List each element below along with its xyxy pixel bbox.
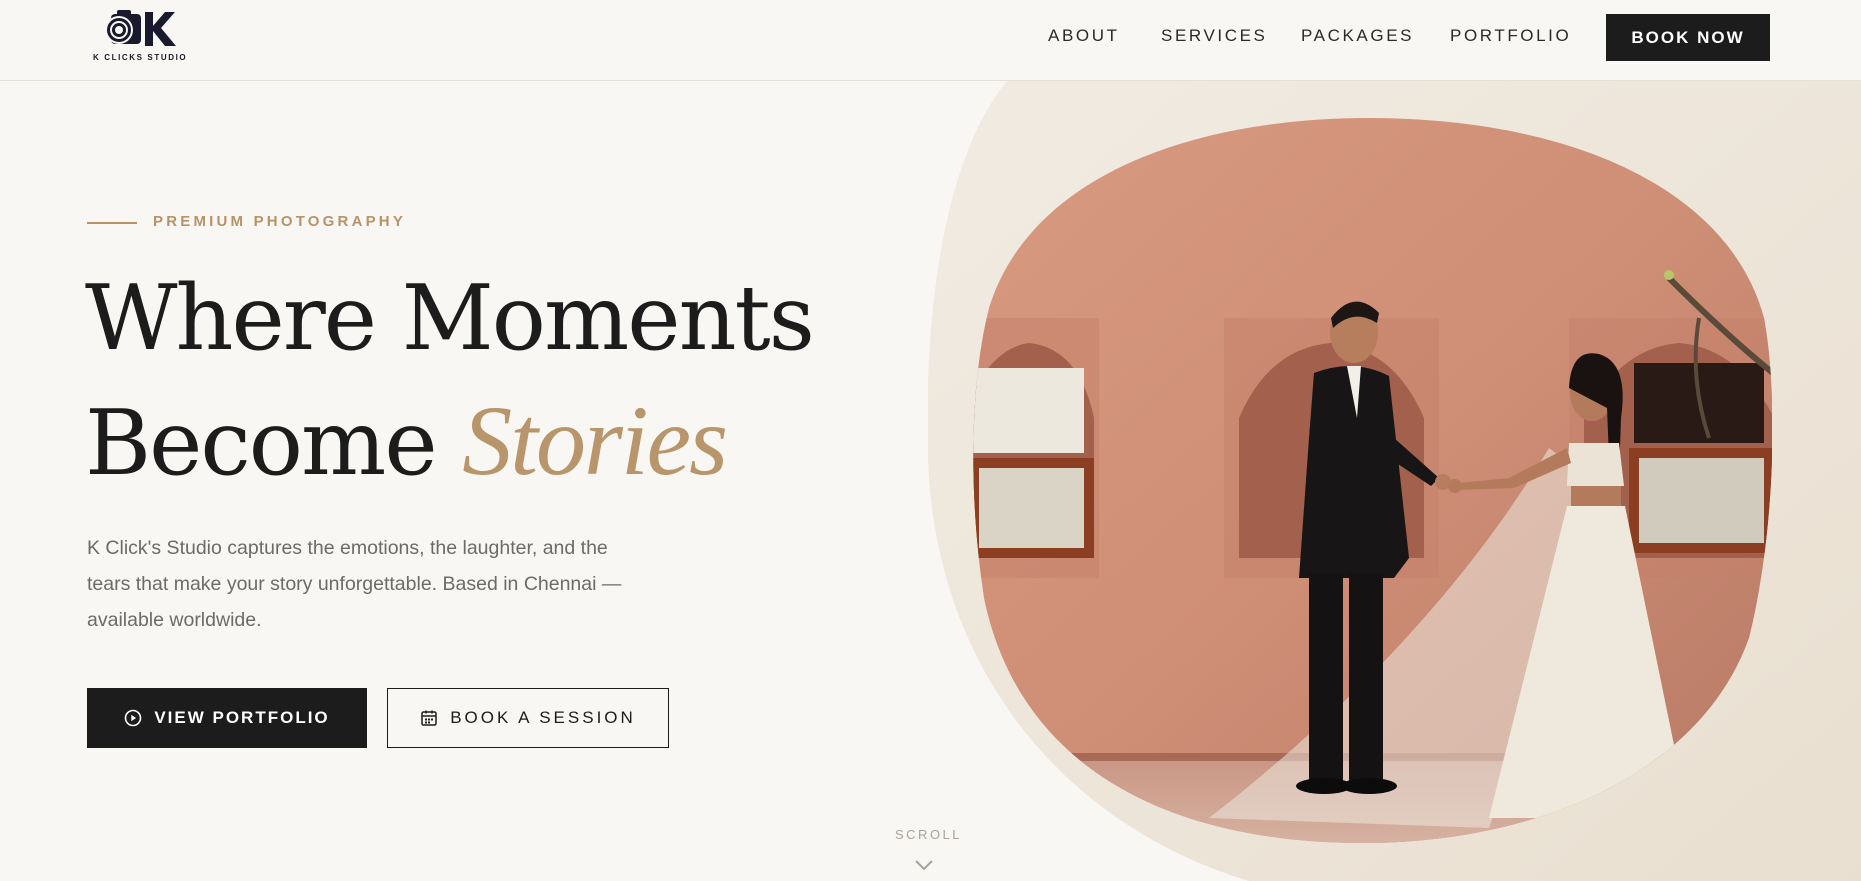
eyebrow-divider [87,222,137,224]
brand-logo[interactable]: K CLICKS STUDIO [93,8,195,66]
headline-accent: Stories [462,385,728,496]
scroll-indicator-label[interactable]: SCROLL [895,827,962,842]
hero-headline: Where Moments Become Stories [85,258,945,505]
hero-eyebrow: PREMIUM PHOTOGRAPHY [153,213,407,230]
nav-link-services[interactable]: SERVICES [1161,26,1267,46]
nav-link-about[interactable]: ABOUT [1048,26,1120,46]
headline-line-2: Become [85,391,463,496]
site-header: K CLICKS STUDIO ABOUT SERVICES PACKAGES … [0,0,1861,81]
view-portfolio-label: VIEW PORTFOLIO [154,708,330,727]
nav-link-portfolio[interactable]: PORTFOLIO [1450,26,1571,46]
logo-wordmark: K CLICKS STUDIO [93,53,188,62]
play-circle-icon [124,709,142,727]
view-portfolio-button[interactable]: VIEW PORTFOLIO [87,688,367,748]
book-session-label: BOOK A SESSION [450,708,636,727]
chevron-down-icon[interactable] [914,858,934,872]
hero-couple-photo [973,118,1772,843]
calendar-icon [420,709,438,727]
headline-line-1: Where Moments [85,266,815,371]
camera-k-logo-icon [105,10,176,46]
book-now-button[interactable]: BOOK NOW [1606,14,1770,61]
hero-intro-text: K Click's Studio captures the emotions, … [87,537,622,631]
nav-link-packages[interactable]: PACKAGES [1301,26,1414,46]
book-session-button[interactable]: BOOK A SESSION [387,688,669,748]
